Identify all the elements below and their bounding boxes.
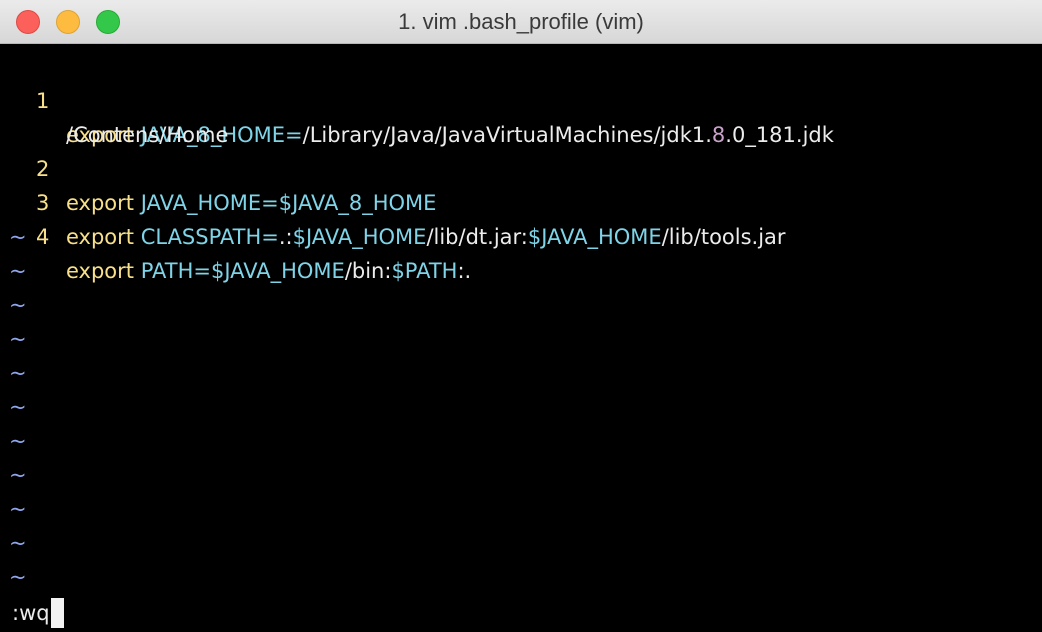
command-text: :wq	[12, 601, 50, 625]
window-title: 1. vim .bash_profile (vim)	[398, 9, 644, 34]
terminal-window: 1. vim .bash_profile (vim) 1 export JAVA…	[0, 0, 1042, 632]
line-content: export PATH=$JAVA_HOME/bin:$PATH:.	[66, 254, 471, 288]
keyword: export	[66, 225, 135, 249]
variable-reference: $JAVA_HOME	[527, 225, 662, 249]
empty-line-marker: ~	[9, 429, 27, 453]
code-line-2: 2 export JAVA_HOME=$JAVA_8_HOME	[0, 118, 1042, 215]
command-line[interactable]: :wq	[12, 596, 64, 630]
value-text: .:	[278, 225, 293, 249]
code-line-1-wrap: /Contens/Home	[0, 84, 1042, 147]
variable-reference: $JAVA_HOME	[211, 259, 345, 283]
vim-editor[interactable]: 1 export JAVA_8_HOME=/Library/Java/JavaV…	[0, 50, 1042, 632]
line-content: export CLASSPATH=.:$JAVA_HOME/lib/dt.jar…	[66, 220, 786, 254]
empty-line-marker: ~	[9, 259, 27, 283]
variable-reference: $PATH	[391, 259, 458, 283]
value-text: /lib/tools.jar	[661, 225, 786, 249]
empty-line-marker: ~	[9, 565, 27, 589]
value-text: /lib/dt.jar:	[426, 225, 528, 249]
empty-line-marker: ~	[9, 531, 27, 555]
keyword: export	[66, 259, 135, 283]
text-cursor	[50, 598, 64, 628]
empty-line-marker: ~	[9, 463, 27, 487]
empty-line-marker: ~	[9, 293, 27, 317]
variable-reference: $JAVA_HOME	[292, 225, 427, 249]
variable-name: PATH=	[140, 259, 211, 283]
empty-line-marker: ~	[9, 395, 27, 419]
empty-line-marker: ~	[9, 225, 27, 249]
title-bar[interactable]: 1. vim .bash_profile (vim)	[0, 0, 1042, 44]
variable-name: CLASSPATH=	[140, 225, 279, 249]
value-text: /bin:	[344, 259, 392, 283]
empty-line-marker: ~	[9, 497, 27, 521]
code-line-3: 3 export CLASSPATH=.:$JAVA_HOME/lib/dt.j…	[0, 152, 1042, 249]
code-line-1: 1 export JAVA_8_HOME=/Library/Java/JavaV…	[0, 50, 1042, 147]
empty-line-marker: ~	[9, 361, 27, 385]
line-number: 4	[36, 225, 50, 249]
code-line-4: 4 export PATH=$JAVA_HOME/bin:$PATH:.	[0, 186, 1042, 283]
empty-line-marker: ~	[9, 327, 27, 351]
value-text: :.	[457, 259, 472, 283]
